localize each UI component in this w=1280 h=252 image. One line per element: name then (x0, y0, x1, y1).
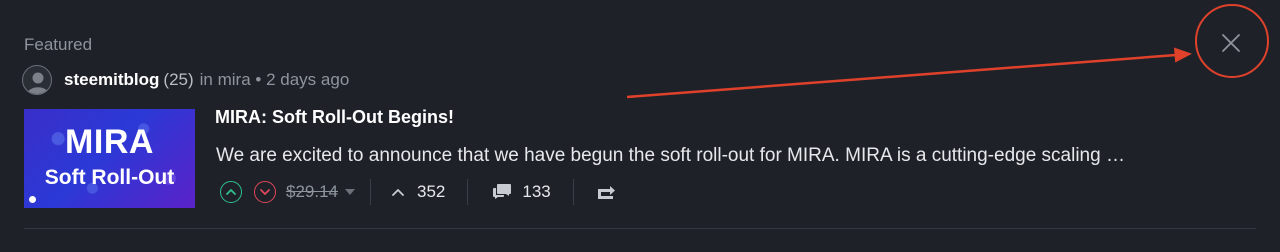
user-avatar-icon[interactable] (22, 65, 52, 95)
thumbnail-subtitle: Soft Roll-Out (44, 166, 175, 189)
chevron-down-circle-icon (260, 189, 270, 195)
community-link[interactable]: mira (218, 70, 251, 89)
close-button[interactable] (1216, 28, 1246, 58)
post-time[interactable]: 2 days ago (266, 70, 349, 89)
payout-value[interactable]: $29.14 (286, 182, 338, 202)
post-actions: $29.14 352 133 (220, 176, 616, 208)
reblog-button[interactable] (596, 184, 616, 200)
post-thumbnail[interactable]: MIRA Soft Roll-Out (24, 109, 195, 208)
thumbnail-title: MIRA (65, 123, 154, 161)
chevron-up-circle-icon (226, 189, 236, 195)
thumbnail-logo-dot (29, 196, 36, 203)
post-meta: in mira • 2 days ago (200, 70, 350, 90)
reblog-icon (597, 186, 615, 199)
comments-button[interactable]: 133 (492, 182, 551, 202)
upvote-button[interactable] (220, 181, 242, 203)
post-excerpt[interactable]: We are excited to announce that we have … (216, 145, 1256, 167)
comments-count: 133 (522, 182, 551, 201)
downvote-button[interactable] (254, 181, 276, 203)
featured-post-card: Featured steemitblog (25) in mira • 2 da… (0, 0, 1280, 252)
author-name-link[interactable]: steemitblog (64, 70, 159, 90)
caret-down-icon[interactable] (344, 183, 356, 201)
author-row: steemitblog (25) in mira • 2 days ago (22, 64, 349, 96)
chevron-up-icon (392, 189, 404, 196)
votes-count: 352 (417, 182, 446, 201)
card-divider (24, 228, 1256, 229)
action-divider (572, 179, 574, 205)
meta-separator: • (255, 70, 262, 89)
votes-button[interactable]: 352 (391, 182, 445, 202)
close-icon (1222, 34, 1240, 52)
featured-label: Featured (24, 35, 93, 54)
action-divider (467, 179, 469, 205)
action-divider (370, 179, 371, 205)
post-title-link[interactable]: MIRA: Soft Roll-Out Begins! (215, 107, 454, 128)
author-reputation: (25) (163, 70, 194, 89)
comment-bubbles-icon (493, 184, 512, 199)
meta-prefix: in (199, 70, 213, 89)
